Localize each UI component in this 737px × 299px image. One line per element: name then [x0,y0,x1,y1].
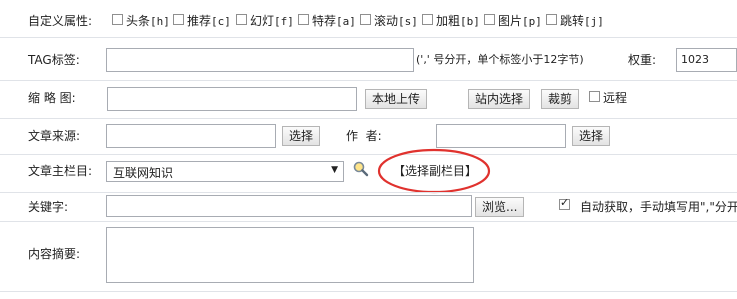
attr-name: 推荐 [187,14,212,28]
thumbnail-label: 缩 略 图: [28,91,76,105]
divider [0,118,737,119]
source-label: 文章来源: [28,129,81,143]
attr-code: [f] [274,15,294,28]
crop-button[interactable]: 裁剪 [541,89,580,109]
summary-label: 内容摘要: [28,247,81,261]
search-icon[interactable] [352,160,370,178]
divider [0,37,737,38]
attr-code: [b] [460,15,480,28]
chevron-down-icon: ▼ [331,165,338,175]
attr-label: 图片[p] [498,13,542,30]
attr-label: 跳转[j] [560,13,604,30]
attr-code: [h] [150,15,170,28]
attr-code: [p] [522,15,542,28]
weight-input[interactable]: 1023 [676,48,737,72]
divider [0,291,737,292]
weight-label: 权重: [628,53,657,67]
attr-checkbox[interactable] [422,14,433,25]
attr-label: 加粗[b] [436,13,480,30]
attr-label: 特荐[a] [312,13,356,30]
divider [0,80,737,81]
custom-attr-label: 自定义属性: [28,14,93,28]
attr-name: 跳转 [560,14,585,28]
attr-name: 头条 [126,14,151,28]
summary-textarea[interactable] [106,227,474,283]
source-select-button[interactable]: 选择 [282,126,321,146]
attr-label: 幻灯[f] [250,13,294,30]
attr-checkbox[interactable] [298,14,309,25]
attr-code: [s] [398,15,418,28]
attr-name: 滚动 [374,14,399,28]
author-label: 作 者: [346,129,382,143]
attr-name: 特荐 [312,14,337,28]
attr-checkbox[interactable] [360,14,371,25]
category-selected: 互联网知识 [113,166,174,180]
highlight-ellipse [377,148,491,194]
attr-name: 加粗 [436,14,461,28]
attr-checkbox[interactable] [546,14,557,25]
attr-checkbox[interactable] [484,14,495,25]
attr-label: 头条[h] [126,13,170,30]
local-upload-button[interactable]: 本地上传 [365,89,428,109]
site-select-button[interactable]: 站内选择 [468,89,531,109]
attr-label: 滚动[s] [374,13,418,30]
attr-name: 图片 [498,14,523,28]
remote-label: 远程 [603,91,628,105]
attr-code: [c] [211,15,231,28]
tag-label: TAG标签: [28,53,80,67]
keywords-input[interactable] [106,195,472,217]
category-select[interactable]: 互联网知识 ▼ [106,161,344,182]
attr-checkbox[interactable] [236,14,247,25]
attr-name: 幻灯 [250,14,275,28]
auto-fetch-checkbox[interactable] [559,196,570,210]
attr-checkbox[interactable] [173,14,184,25]
thumbnail-input[interactable] [107,87,357,111]
auto-fetch-label: 自动获取，手动填写用","分开 [580,200,737,214]
remote-checkbox[interactable] [589,91,600,102]
category-label: 文章主栏目: [28,164,93,178]
keywords-label: 关键字: [28,200,69,214]
author-input[interactable] [436,124,566,148]
source-input[interactable] [106,124,276,148]
divider [0,192,737,193]
divider [0,221,737,222]
tag-hint: (',' 号分开，单个标签小于12字节) [416,53,584,66]
attr-code: [a] [336,15,356,28]
attr-checkbox[interactable] [112,14,123,25]
divider [0,154,737,155]
attr-code: [j] [584,15,604,28]
browse-button[interactable]: 浏览... [475,197,525,217]
attr-label: 推荐[c] [187,13,231,30]
tag-input[interactable] [106,48,414,72]
author-select-button[interactable]: 选择 [572,126,611,146]
